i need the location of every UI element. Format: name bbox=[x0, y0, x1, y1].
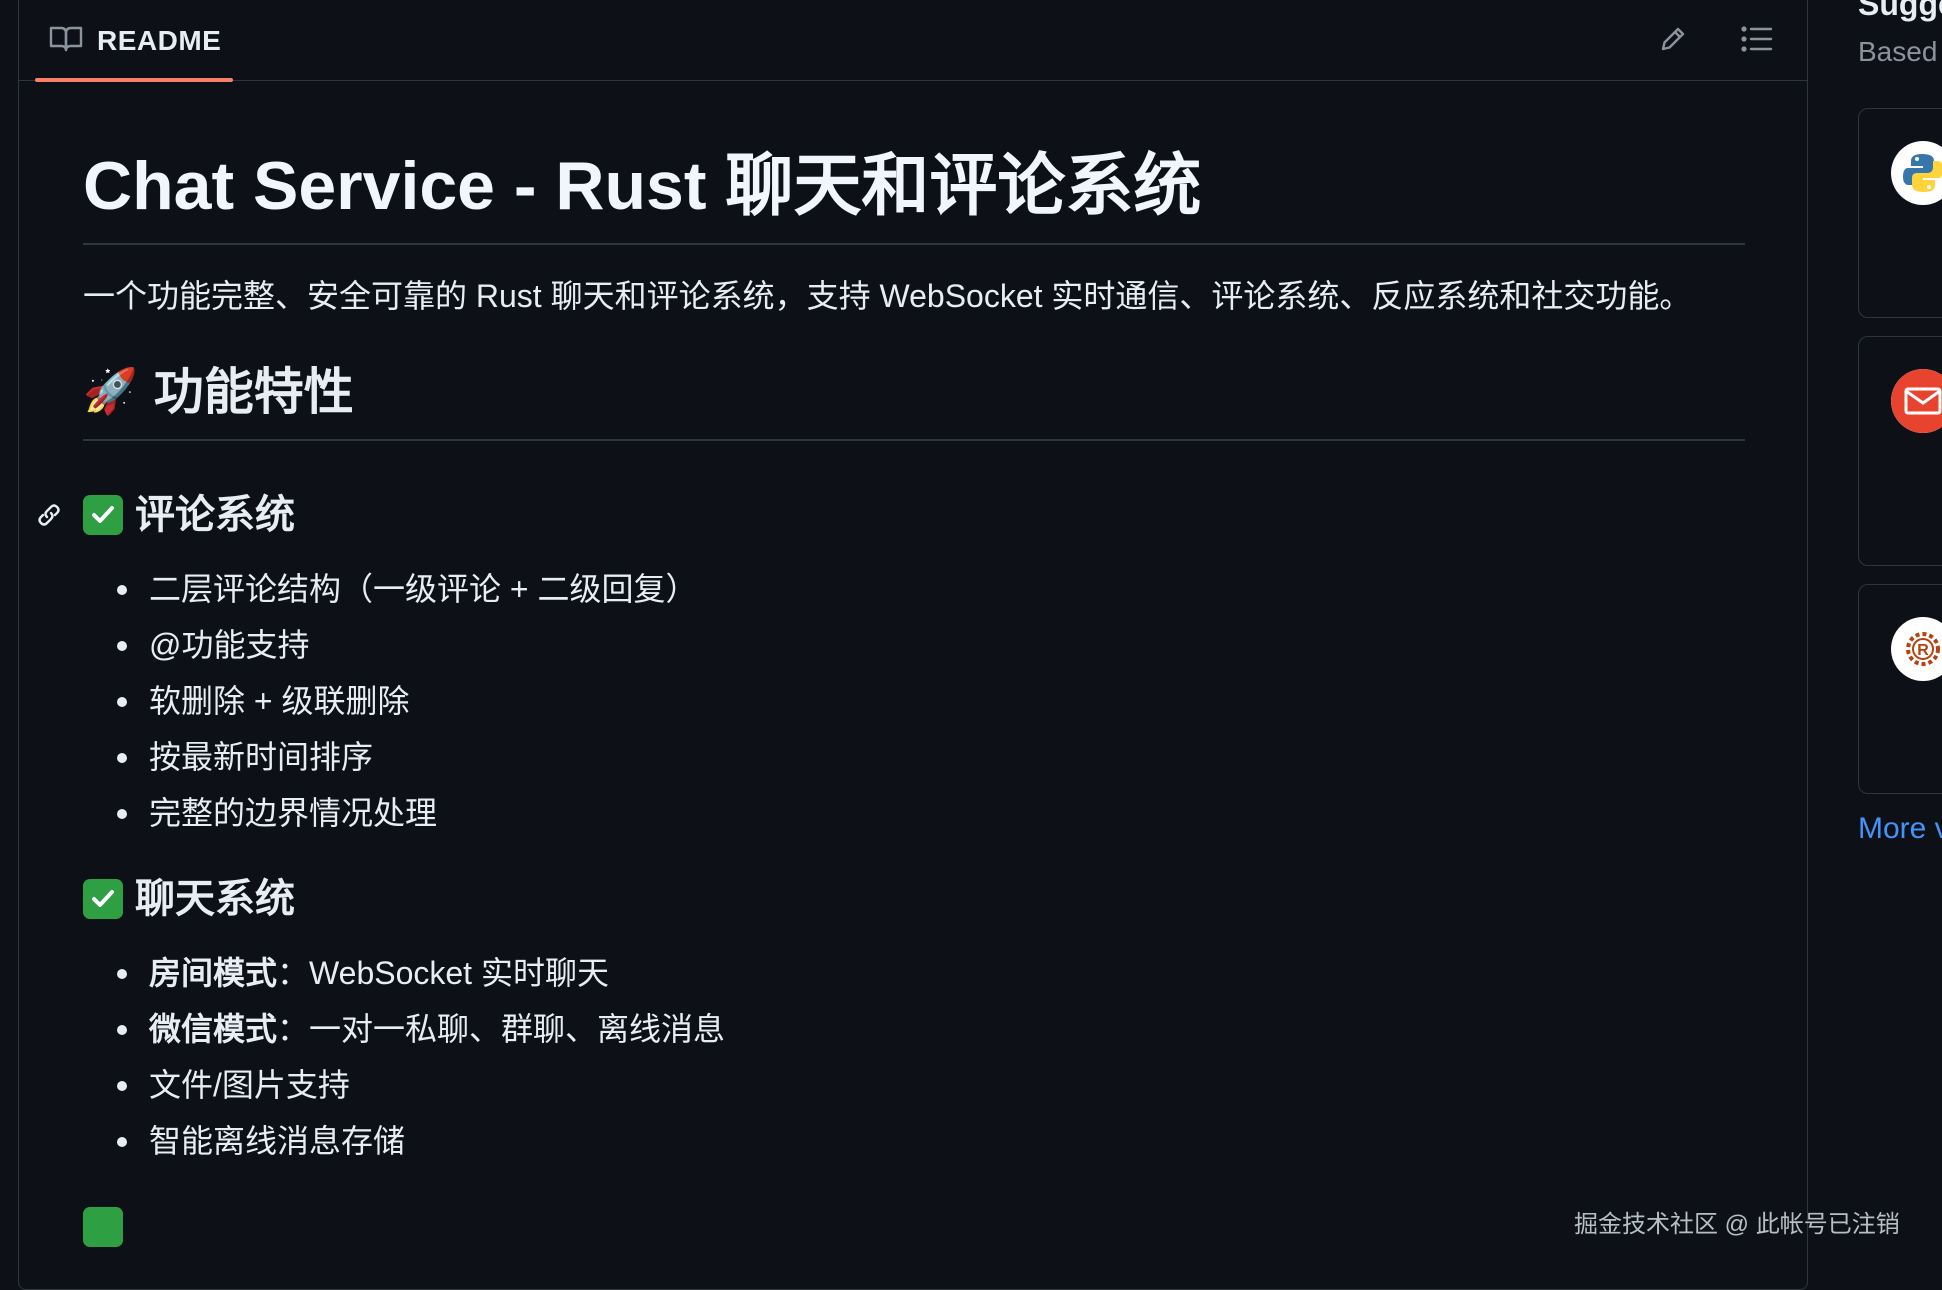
sidebar-title: Sugge bbox=[1858, 0, 1942, 22]
list-item-text: 文件/图片支持 bbox=[149, 1067, 350, 1103]
suggestions-sidebar: Sugge Based R More v bbox=[1858, 0, 1942, 1266]
list-item-bold: 微信模式 bbox=[149, 1011, 278, 1047]
list-item: 完整的边界情况处理 bbox=[117, 785, 1745, 841]
check-icon bbox=[83, 1207, 123, 1247]
comment-system-list: 二层评论结构（一级评论 + 二级回复） @功能支持 软删除 + 级联删除 按最新… bbox=[117, 561, 1745, 841]
svg-text:R: R bbox=[1917, 642, 1929, 659]
watermark: 掘金技术社区 @ 此帐号已注销 bbox=[1574, 1211, 1900, 1238]
page-title: Chat Service - Rust 聊天和评论系统 bbox=[83, 141, 1745, 245]
list-item: 软删除 + 级联删除 bbox=[117, 673, 1745, 729]
comment-system-heading-text: 评论系统 bbox=[135, 493, 295, 537]
readme-article: Chat Service - Rust 聊天和评论系统 一个功能完整、安全可靠的… bbox=[38, 141, 1745, 1247]
mail-icon bbox=[1891, 369, 1942, 433]
python-icon bbox=[1891, 141, 1942, 205]
link-icon[interactable] bbox=[31, 497, 67, 533]
readme-header: README bbox=[19, 1, 1807, 82]
list-item-bold: 房间模式 bbox=[149, 955, 278, 991]
suggestion-card[interactable]: R bbox=[1858, 584, 1942, 794]
chat-system-list: 房间模式：WebSocket 实时聊天 微信模式：一对一私聊、群聊、离线消息 文… bbox=[117, 945, 1745, 1169]
rocket-icon: 🚀 bbox=[83, 367, 138, 416]
features-heading: 🚀 功能特性 bbox=[83, 359, 1745, 441]
pencil-icon[interactable] bbox=[1653, 19, 1693, 59]
check-icon bbox=[83, 495, 123, 535]
list-item: 文件/图片支持 bbox=[117, 1057, 1745, 1113]
suggestion-card[interactable] bbox=[1858, 108, 1942, 318]
list-item: @功能支持 bbox=[117, 617, 1745, 673]
chat-system-heading-text: 聊天系统 bbox=[135, 877, 295, 921]
comment-system-heading: 评论系统 bbox=[38, 487, 1745, 543]
header-actions bbox=[1653, 19, 1777, 59]
intro-paragraph: 一个功能完整、安全可靠的 Rust 聊天和评论系统，支持 WebSocket 实… bbox=[83, 278, 1692, 314]
readme-panel: README Chat Service - Rust 聊天和评论系统 一个功能完… bbox=[18, 0, 1808, 1290]
list-icon[interactable] bbox=[1737, 19, 1777, 59]
sidebar-subtitle: Based bbox=[1858, 36, 1938, 67]
list-item: 按最新时间排序 bbox=[117, 729, 1745, 785]
features-heading-text: 功能特性 bbox=[153, 364, 354, 420]
list-item-text: ：WebSocket 实时聊天 bbox=[277, 955, 609, 991]
list-item: 二层评论结构（一级评论 + 二级回复） bbox=[117, 561, 1745, 617]
list-item: 微信模式：一对一私聊、群聊、离线消息 bbox=[117, 1001, 1745, 1057]
list-item: 房间模式：WebSocket 实时聊天 bbox=[117, 945, 1745, 1001]
list-item-text: 智能离线消息存储 bbox=[149, 1123, 406, 1159]
active-tab-underline bbox=[35, 78, 233, 82]
tab-readme[interactable]: README bbox=[35, 1, 233, 82]
tab-readme-label: README bbox=[97, 25, 222, 56]
book-icon bbox=[49, 24, 83, 59]
rust-icon: R bbox=[1891, 617, 1942, 681]
next-section-heading bbox=[83, 1207, 1745, 1247]
check-icon bbox=[83, 879, 123, 919]
chat-system-heading: 聊天系统 bbox=[83, 871, 1745, 927]
suggestion-card[interactable] bbox=[1858, 336, 1942, 566]
more-link[interactable]: More v bbox=[1858, 812, 1942, 846]
list-item-text: ：一对一私聊、群聊、离线消息 bbox=[277, 1011, 726, 1047]
list-item: 智能离线消息存储 bbox=[117, 1113, 1745, 1169]
